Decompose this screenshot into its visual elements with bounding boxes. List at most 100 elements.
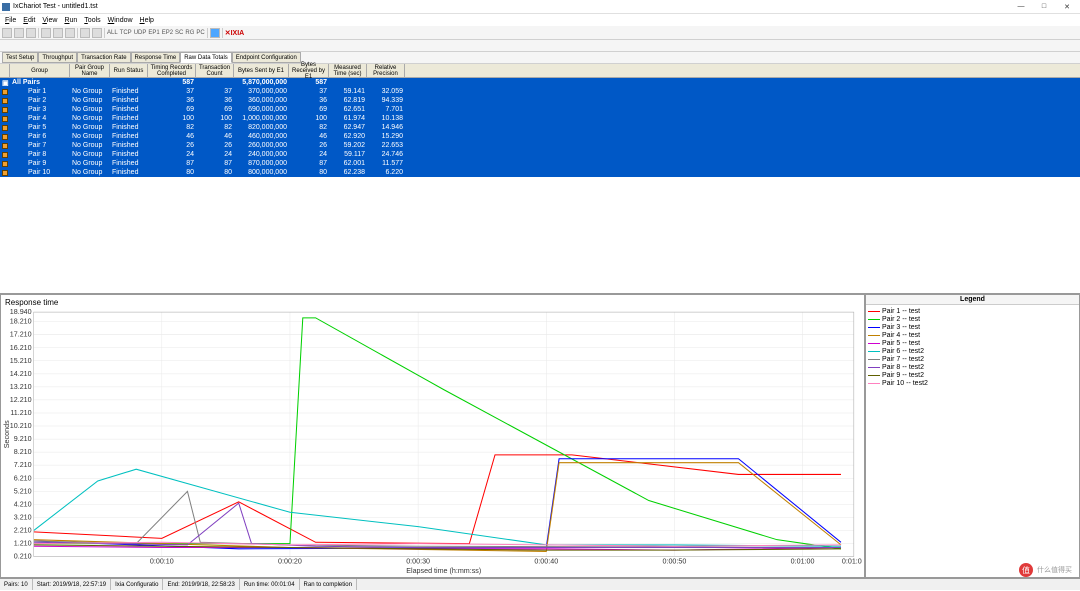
svg-text:Elapsed time (h:mm:ss): Elapsed time (h:mm:ss) bbox=[406, 567, 481, 575]
tb-paste-icon[interactable] bbox=[65, 28, 75, 38]
legend-item[interactable]: Pair 8 -- test2 bbox=[868, 363, 1077, 371]
legend-item[interactable]: Pair 4 -- test bbox=[868, 331, 1077, 339]
svg-text:1.210: 1.210 bbox=[14, 540, 32, 548]
tb-save-icon[interactable] bbox=[26, 28, 36, 38]
close-button[interactable]: ✕ bbox=[1056, 1, 1078, 13]
watermark: 值 什么值得买 bbox=[1019, 563, 1072, 577]
filter-tcp[interactable]: TCP bbox=[120, 30, 132, 36]
legend-item[interactable]: Pair 7 -- test2 bbox=[868, 355, 1077, 363]
col-bytes-recv[interactable]: Bytes Received by E1 bbox=[289, 64, 329, 77]
tb-copy-icon[interactable] bbox=[53, 28, 63, 38]
legend-item[interactable]: Pair 6 -- test2 bbox=[868, 347, 1077, 355]
tab-transaction-rate[interactable]: Transaction Rate bbox=[77, 52, 130, 63]
menu-help[interactable]: Help bbox=[137, 17, 157, 24]
col-group[interactable]: Group bbox=[10, 64, 70, 77]
table-row[interactable]: Pair 2 No Group Finished 36 36 360,000,0… bbox=[0, 96, 1080, 105]
table-row[interactable]: Pair 4 No Group Finished 100 100 1,000,0… bbox=[0, 114, 1080, 123]
col-pairgroup[interactable]: Pair Group Name bbox=[70, 64, 110, 77]
tab-response-time[interactable]: Response Time bbox=[131, 52, 181, 63]
toolbar-secondary bbox=[0, 40, 1080, 52]
col-measured[interactable]: Measured Time (sec) bbox=[329, 64, 367, 77]
legend-item[interactable]: Pair 2 -- test bbox=[868, 315, 1077, 323]
col-precision[interactable]: Relative Precision bbox=[367, 64, 405, 77]
col-timing[interactable]: Timing Records Completed bbox=[148, 64, 196, 77]
watermark-badge-icon: 值 bbox=[1019, 563, 1033, 577]
legend-item[interactable]: Pair 9 -- test2 bbox=[868, 371, 1077, 379]
svg-text:0:00:10: 0:00:10 bbox=[150, 558, 174, 566]
svg-text:11.210: 11.210 bbox=[10, 409, 31, 417]
svg-text:10.210: 10.210 bbox=[10, 422, 32, 430]
filter-pc[interactable]: PC bbox=[196, 30, 204, 36]
svg-text:0:00:50: 0:00:50 bbox=[662, 558, 686, 566]
tb-open-icon[interactable] bbox=[14, 28, 24, 38]
tb-cut-icon[interactable] bbox=[41, 28, 51, 38]
chart-title: Response time bbox=[3, 297, 862, 308]
table-row[interactable]: Pair 9 No Group Finished 87 87 870,000,0… bbox=[0, 159, 1080, 168]
svg-text:0.210: 0.210 bbox=[14, 553, 32, 561]
menu-view[interactable]: View bbox=[39, 17, 60, 24]
tb-help-icon[interactable] bbox=[210, 28, 220, 38]
table-row[interactable]: Pair 10 No Group Finished 80 80 800,000,… bbox=[0, 168, 1080, 177]
svg-text:5.210: 5.210 bbox=[14, 487, 32, 495]
svg-text:0:00:40: 0:00:40 bbox=[534, 558, 558, 566]
status-ran: Ran to completion bbox=[300, 579, 357, 590]
svg-text:17.210: 17.210 bbox=[10, 331, 32, 339]
window-titlebar: IxChariot Test - untitled1.tst — □ ✕ bbox=[0, 0, 1080, 14]
status-end: End: 2019/9/18, 22:58:23 bbox=[163, 579, 239, 590]
tb-new-icon[interactable] bbox=[2, 28, 12, 38]
filter-ep2[interactable]: EP2 bbox=[162, 30, 173, 36]
filter-udp[interactable]: UDP bbox=[134, 30, 147, 36]
chart-pane: Response time 18.94018.21017.21016.21015… bbox=[0, 294, 865, 578]
maximize-button[interactable]: □ bbox=[1033, 1, 1055, 13]
table-row[interactable]: Pair 7 No Group Finished 26 26 260,000,0… bbox=[0, 141, 1080, 150]
tb-run-icon[interactable] bbox=[80, 28, 90, 38]
svg-text:0:01:00: 0:01:00 bbox=[791, 558, 815, 566]
legend-item[interactable]: Pair 10 -- test2 bbox=[868, 379, 1077, 387]
menu-edit[interactable]: Edit bbox=[20, 17, 38, 24]
legend-item[interactable]: Pair 3 -- test bbox=[868, 323, 1077, 331]
svg-text:2.210: 2.210 bbox=[14, 526, 32, 534]
filter-all[interactable]: ALL bbox=[107, 30, 118, 36]
legend-pane: Legend Pair 1 -- testPair 2 -- testPair … bbox=[865, 294, 1080, 578]
brand-ixia-icon: ✕IXIA bbox=[225, 29, 245, 37]
table-row[interactable]: Pair 6 No Group Finished 46 46 460,000,0… bbox=[0, 132, 1080, 141]
menubar: File Edit View Run Tools Window Help bbox=[0, 14, 1080, 26]
tab-throughput[interactable]: Throughput bbox=[38, 52, 77, 63]
menu-tools[interactable]: Tools bbox=[81, 17, 103, 24]
svg-text:12.210: 12.210 bbox=[10, 396, 32, 404]
menu-run[interactable]: Run bbox=[61, 17, 80, 24]
tb-stop-icon[interactable] bbox=[92, 28, 102, 38]
chart-container: Response time 18.94018.21017.21016.21015… bbox=[0, 293, 1080, 578]
col-bytes-sent[interactable]: Bytes Sent by E1 bbox=[234, 64, 289, 77]
svg-text:13.210: 13.210 bbox=[10, 383, 32, 391]
table-row[interactable]: Pair 1 No Group Finished 37 37 370,000,0… bbox=[0, 87, 1080, 96]
svg-text:3.210: 3.210 bbox=[14, 513, 32, 521]
menu-window[interactable]: Window bbox=[105, 17, 136, 24]
col-trans[interactable]: Transaction Count bbox=[196, 64, 234, 77]
tab-raw-data-totals[interactable]: Raw Data Totals bbox=[180, 52, 232, 63]
status-runtime: Run time: 00:01:04 bbox=[240, 579, 300, 590]
filter-ep1[interactable]: EP1 bbox=[148, 30, 159, 36]
svg-text:15.210: 15.210 bbox=[10, 357, 32, 365]
table-row[interactable]: Pair 5 No Group Finished 82 82 820,000,0… bbox=[0, 123, 1080, 132]
tab-test-setup[interactable]: Test Setup bbox=[2, 52, 38, 63]
legend-item[interactable]: Pair 5 -- test bbox=[868, 339, 1077, 347]
svg-text:0:00:30: 0:00:30 bbox=[406, 558, 430, 566]
status-start: Start: 2019/9/18, 22:57:19 bbox=[33, 579, 111, 590]
toolbar-main: ALL TCP UDP EP1 EP2 SC RG PC ✕IXIA bbox=[0, 26, 1080, 40]
legend-item[interactable]: Pair 1 -- test bbox=[868, 307, 1077, 315]
svg-text:7.210: 7.210 bbox=[14, 461, 32, 469]
col-status[interactable]: Run Status bbox=[110, 64, 148, 77]
minimize-button[interactable]: — bbox=[1010, 1, 1032, 13]
legend-title: Legend bbox=[866, 295, 1079, 305]
filter-rg[interactable]: RG bbox=[185, 30, 194, 36]
status-cfg: Ixia Configuratio bbox=[111, 579, 163, 590]
status-pairs: Pairs: 10 bbox=[0, 579, 33, 590]
table-row[interactable]: Pair 8 No Group Finished 24 24 240,000,0… bbox=[0, 150, 1080, 159]
statusbar: Pairs: 10 Start: 2019/9/18, 22:57:19 Ixi… bbox=[0, 578, 1080, 590]
grid-summary-row[interactable]: ▣ All Pairs 587 5,870,000,000 587 bbox=[0, 78, 1080, 87]
table-row[interactable]: Pair 3 No Group Finished 69 69 690,000,0… bbox=[0, 105, 1080, 114]
menu-file[interactable]: File bbox=[2, 17, 19, 24]
filter-sc[interactable]: SC bbox=[175, 30, 183, 36]
grid-header: Group Pair Group Name Run Status Timing … bbox=[0, 64, 1080, 78]
